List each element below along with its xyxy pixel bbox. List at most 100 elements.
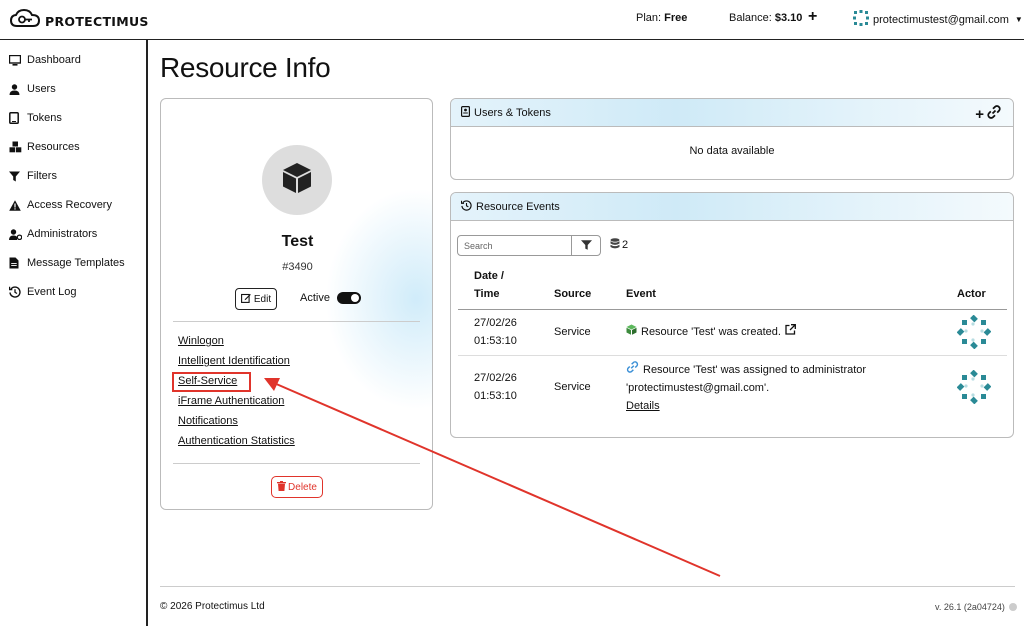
user-gear-icon <box>9 228 27 240</box>
link-blue-icon <box>626 361 639 379</box>
delete-button[interactable]: Delete <box>271 476 323 498</box>
chevron-down-icon: ▼ <box>1014 15 1023 24</box>
actor-avatar <box>956 369 992 410</box>
link-notifications[interactable]: Notifications <box>178 415 238 427</box>
user-email: protectimustest@gmail.com <box>873 13 1009 26</box>
sidebar: Dashboard Users Tokens Resources Filters… <box>0 40 148 626</box>
user-menu[interactable]: protectimustest@gmail.com ▼ <box>853 10 1023 29</box>
row-event: Resource 'Test' was created. <box>626 323 796 341</box>
users-tokens-title: Users & Tokens <box>474 106 551 119</box>
page-title: Resource Info <box>160 52 331 83</box>
edit-icon <box>240 293 251 306</box>
cube-green-icon <box>626 323 637 341</box>
delete-label: Delete <box>288 481 317 493</box>
row-event-text: Resource 'Test' was created. <box>641 326 781 338</box>
sidebar-item-label: Filters <box>27 170 57 182</box>
col-date: Date / <box>474 270 504 282</box>
search-input[interactable]: Search <box>457 235 572 256</box>
database-icon <box>610 238 620 252</box>
plan-label: Plan: <box>636 12 662 24</box>
brand-name: PROTECTIMUS <box>45 14 149 29</box>
add-balance-button[interactable]: + <box>808 8 817 26</box>
cloud-logo-icon <box>9 8 41 34</box>
sidebar-item-label: Access Recovery <box>27 199 112 211</box>
sidebar-item-resources[interactable]: Resources <box>9 137 80 157</box>
warning-icon <box>9 199 27 211</box>
edit-button[interactable]: Edit <box>235 288 277 310</box>
col-actor: Actor <box>957 288 986 300</box>
footer-version: v. 26.1 (2a04724) <box>935 602 1017 612</box>
col-source: Source <box>554 288 592 300</box>
balance-value: $3.10 <box>774 12 803 24</box>
col-event: Event <box>626 288 656 300</box>
sidebar-item-event-log[interactable]: Event Log <box>9 282 77 302</box>
link-icon[interactable] <box>987 105 1001 123</box>
resource-events-panel: Resource Events Search 2 Date / Time Sou… <box>450 192 1014 438</box>
sidebar-item-tokens[interactable]: Tokens <box>9 108 62 128</box>
row-source: Service <box>554 326 591 338</box>
filter-icon <box>9 171 27 182</box>
tablet-icon <box>9 112 27 124</box>
active-toggle[interactable] <box>337 292 361 304</box>
link-winlogon[interactable]: Winlogon <box>178 335 224 347</box>
resource-events-title: Resource Events <box>476 200 560 213</box>
external-link-icon[interactable] <box>785 323 796 341</box>
row-divider <box>458 355 1007 356</box>
sidebar-item-label: Event Log <box>27 286 77 298</box>
sidebar-item-label: Users <box>27 83 56 95</box>
sidebar-item-label: Tokens <box>27 112 62 124</box>
resource-id: #3490 <box>282 261 313 273</box>
actor-service-icon <box>956 369 992 407</box>
sidebar-item-administrators[interactable]: Administrators <box>9 224 97 244</box>
sidebar-item-dashboard[interactable]: Dashboard <box>9 50 81 70</box>
balance-indicator: Balance: $3.10 <box>729 12 802 24</box>
filter-button[interactable] <box>571 235 601 256</box>
balance-label: Balance: <box>729 12 772 24</box>
divider <box>173 463 420 464</box>
row-time: 01:53:10 <box>474 390 517 402</box>
sidebar-item-message-templates[interactable]: Message Templates <box>9 253 125 273</box>
brand-logo[interactable]: PROTECTIMUS <box>9 8 149 34</box>
users-tokens-header: Users & Tokens + <box>451 99 1013 127</box>
toggle-knob <box>351 294 359 302</box>
users-tokens-icon <box>461 105 471 120</box>
file-icon <box>9 257 27 269</box>
link-intelligent-identification[interactable]: Intelligent Identification <box>178 355 290 367</box>
sidebar-item-users[interactable]: Users <box>9 79 56 99</box>
row-source: Service <box>554 381 591 393</box>
users-tokens-panel: Users & Tokens + No data available <box>450 98 1014 180</box>
resource-name: Test <box>281 233 314 250</box>
footer-copyright: © 2026 Protectimus Ltd <box>160 601 265 612</box>
plan-value: Free <box>664 12 688 24</box>
user-icon <box>9 83 27 95</box>
link-authentication-statistics[interactable]: Authentication Statistics <box>178 435 295 447</box>
row-date: 27/02/26 <box>474 317 517 329</box>
col-time: Time <box>474 288 500 300</box>
event-count-value: 2 <box>622 239 629 251</box>
link-iframe-authentication[interactable]: iFrame Authentication <box>178 395 284 407</box>
actor-service-icon <box>956 314 992 352</box>
row-event-text-line2: 'protectimustest@gmail.com'. <box>626 382 770 394</box>
header-divider <box>458 309 1007 310</box>
status-dot-icon <box>1008 603 1017 611</box>
active-label: Active <box>300 292 330 304</box>
sidebar-item-access-recovery[interactable]: Access Recovery <box>9 195 112 215</box>
sidebar-item-label: Message Templates <box>27 257 125 269</box>
cubes-icon <box>9 141 27 153</box>
details-link[interactable]: Details <box>626 397 660 415</box>
row-time: 01:53:10 <box>474 335 517 347</box>
row-date: 27/02/26 <box>474 372 517 384</box>
resource-events-header: Resource Events <box>451 193 1013 221</box>
sidebar-item-filters[interactable]: Filters <box>9 166 57 186</box>
filter-icon <box>580 237 592 255</box>
trash-icon <box>277 480 287 494</box>
actor-avatar <box>956 314 992 355</box>
footer-divider <box>160 586 1015 587</box>
add-icon[interactable]: + <box>975 106 984 123</box>
resource-card: Test #3490 Edit Active Winlogon Intellig… <box>160 98 433 510</box>
edit-label: Edit <box>253 293 272 305</box>
empty-state: No data available <box>689 145 775 157</box>
row-event: Resource 'Test' was assigned to administ… <box>626 361 866 379</box>
user-avatar-icon <box>853 10 869 29</box>
plan-indicator: Plan: Free <box>636 12 687 24</box>
